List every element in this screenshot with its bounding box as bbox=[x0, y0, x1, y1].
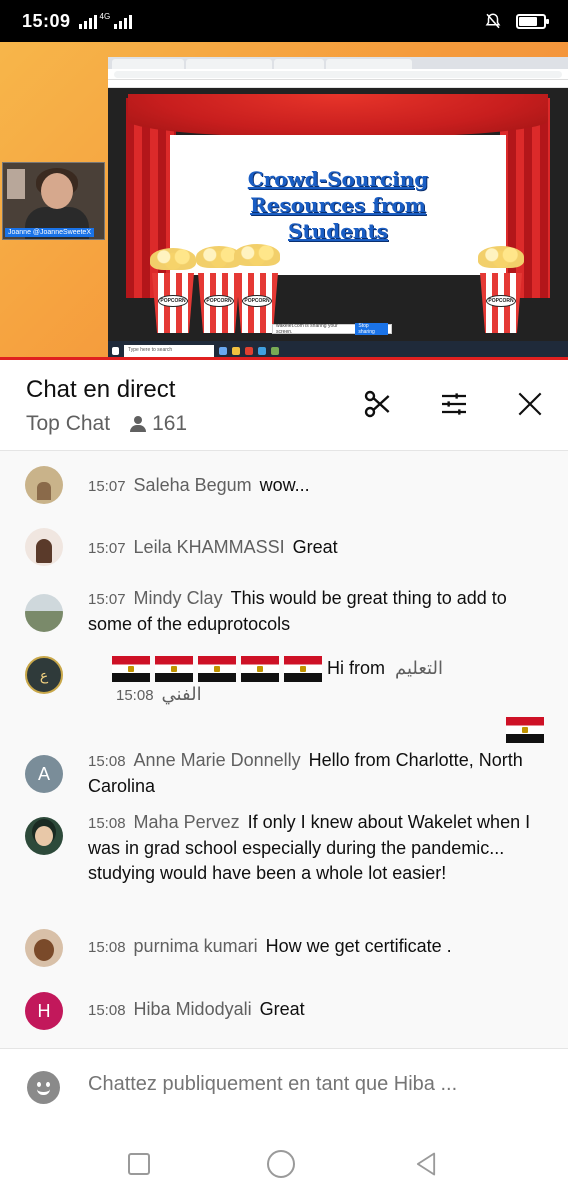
battery-icon bbox=[516, 13, 549, 29]
message-author[interactable]: Maha Pervez bbox=[134, 812, 240, 832]
egypt-flag-emoji bbox=[155, 656, 193, 683]
scissors-icon bbox=[364, 390, 390, 418]
signal-icon: 4G bbox=[78, 12, 133, 29]
taskbar-search: Type here to search bbox=[124, 344, 214, 357]
egypt-flag-emoji bbox=[284, 656, 322, 683]
popcorn-icon: POPCORN bbox=[152, 273, 194, 333]
emoji-button[interactable] bbox=[27, 1071, 60, 1104]
avatar[interactable]: H bbox=[25, 992, 63, 1030]
video-player[interactable]: Joanne @JoanneSweeteX Crowd-Sourcing Res… bbox=[0, 42, 568, 360]
egypt-flag-emoji bbox=[112, 656, 150, 683]
slide-title-line-2: Resources from bbox=[250, 193, 426, 217]
system-nav-bar bbox=[0, 1128, 568, 1200]
viewer-count-value: 161 bbox=[152, 412, 188, 435]
avatar[interactable] bbox=[25, 528, 63, 566]
chat-message-input[interactable] bbox=[88, 1073, 548, 1096]
network-type: 4G bbox=[99, 12, 111, 21]
chat-messages[interactable]: 15:07 Saleha Begum wow... 15:07 Leila KHAMM… bbox=[0, 452, 568, 1048]
avatar[interactable]: A bbox=[25, 755, 63, 793]
message-time: 15:07 bbox=[88, 478, 126, 495]
home-button[interactable] bbox=[266, 1150, 295, 1178]
message-time: 15:08 bbox=[116, 687, 154, 705]
message-author[interactable]: purnima kumari bbox=[134, 936, 258, 956]
message-time: 15:08 bbox=[88, 753, 126, 770]
message-text: How we get certificate . bbox=[265, 936, 452, 956]
viewer-count: 161 bbox=[130, 412, 187, 436]
chat-header: Chat en direct Top Chat 161 bbox=[0, 360, 568, 451]
message-text: Hi from bbox=[327, 658, 385, 678]
message-author[interactable]: Hiba Midodyali bbox=[134, 999, 252, 1019]
chat-compose-bar bbox=[0, 1048, 568, 1128]
message-author[interactable]: Anne Marie Donnelly bbox=[134, 750, 301, 770]
slide-stage: Crowd-Sourcing Resources from Students P… bbox=[108, 88, 568, 341]
message-time: 15:08 bbox=[88, 815, 126, 832]
status-bar: 15:09 4G bbox=[0, 0, 568, 42]
person-icon bbox=[130, 416, 147, 432]
avatar[interactable]: ع bbox=[25, 656, 63, 694]
webcam-tag: Joanne @JoanneSweeteX bbox=[5, 228, 94, 237]
message-text: wow... bbox=[259, 475, 310, 495]
avatar[interactable] bbox=[25, 594, 63, 632]
popcorn-icon: POPCORN bbox=[480, 273, 522, 333]
browser-tabs bbox=[108, 57, 568, 69]
mute-bell-icon bbox=[485, 13, 501, 29]
message-author[interactable]: Saleha Begum bbox=[134, 475, 252, 495]
status-time: 15:09 bbox=[22, 10, 71, 31]
message-time: 15:07 bbox=[88, 591, 126, 608]
avatar[interactable] bbox=[25, 929, 63, 967]
slide-title-line-3: Students bbox=[288, 219, 388, 243]
clip-button[interactable] bbox=[360, 386, 396, 422]
message-text: Great bbox=[292, 537, 338, 557]
popcorn-icon: POPCORN bbox=[198, 273, 240, 333]
message-text: Great bbox=[259, 999, 305, 1019]
egypt-flag-emoji bbox=[506, 716, 544, 743]
slide-title-line-1: Crowd-Sourcing bbox=[247, 167, 429, 191]
egypt-flag-emoji bbox=[241, 656, 279, 683]
avatar-letter: H bbox=[37, 1000, 51, 1021]
close-icon bbox=[518, 392, 542, 416]
message-author[interactable]: Leila KHAMMASSI bbox=[134, 537, 285, 557]
close-chat-button[interactable] bbox=[512, 386, 548, 422]
avatar[interactable] bbox=[25, 817, 63, 855]
message-author[interactable]: Mindy Clay bbox=[134, 588, 223, 608]
webcam-feed: Joanne @JoanneSweeteX bbox=[2, 162, 105, 240]
browser-address-bar bbox=[108, 69, 568, 80]
message-time: 15:08 bbox=[88, 1002, 126, 1019]
browser-bookmarks bbox=[108, 80, 568, 88]
filter-settings-button[interactable] bbox=[436, 386, 472, 422]
back-button[interactable] bbox=[412, 1150, 440, 1178]
message-time: 15:08 bbox=[88, 939, 126, 956]
avatar-letter: A bbox=[37, 763, 50, 784]
message-time: 15:07 bbox=[88, 540, 126, 557]
chat-mode-selector[interactable]: Top Chat bbox=[26, 412, 110, 436]
recent-apps-button[interactable] bbox=[128, 1153, 151, 1175]
shared-screen: Crowd-Sourcing Resources from Students P… bbox=[108, 57, 568, 360]
avatar[interactable] bbox=[25, 466, 63, 504]
sliders-icon bbox=[442, 393, 466, 415]
screen-share-bar: wakelet.com is sharing your screen. Stop … bbox=[272, 323, 392, 335]
egypt-flag-emoji bbox=[198, 656, 236, 683]
chat-title: Chat en direct bbox=[26, 376, 176, 403]
